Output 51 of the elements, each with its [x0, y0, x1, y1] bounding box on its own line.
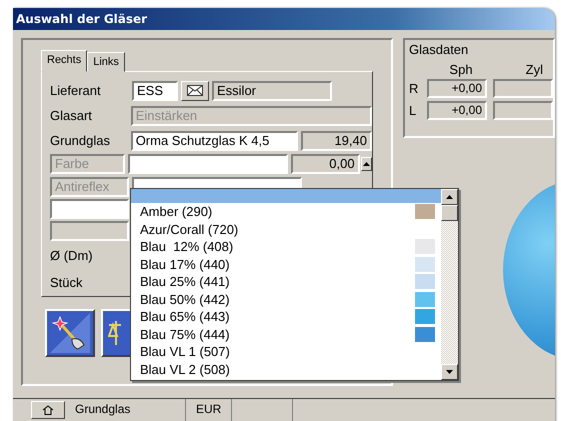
field-label: Lieferant	[50, 83, 102, 98]
home-button[interactable]	[31, 401, 65, 419]
list-item[interactable]: Blau 17% (440)	[140, 256, 230, 272]
list-item[interactable]: Blau 50% (442)	[140, 292, 230, 307]
input-field[interactable]	[50, 198, 129, 219]
envelope-icon	[187, 85, 203, 96]
sphere-value-field: +0,00	[427, 78, 487, 98]
field-label: Ø (Dm)	[50, 248, 94, 263]
status-text: EUR	[186, 399, 232, 421]
column-header: Sph	[448, 62, 474, 77]
row-label: L	[409, 102, 418, 118]
scrollbar[interactable]	[441, 189, 458, 380]
sphere-value-field: +0,00	[427, 100, 487, 120]
list-item[interactable]: Blau 75% (444)	[140, 326, 230, 342]
column-header: Zyl	[524, 62, 543, 77]
price-field: 0,00	[291, 154, 360, 174]
scroll-up-button[interactable]	[441, 189, 458, 205]
supplier-name-field: Essilor	[212, 80, 332, 101]
price-field: 19,40	[301, 130, 372, 151]
list-item[interactable]: Blau VL 2 (508)	[140, 362, 230, 377]
field-label: Grundglas	[50, 133, 111, 148]
spin-up-button[interactable]	[360, 157, 372, 172]
magic-wand-icon	[50, 313, 90, 353]
window-title: Auswahl der Gläser	[16, 12, 148, 26]
house-icon	[42, 405, 54, 415]
lookup-button[interactable]	[181, 80, 209, 101]
tab[interactable]: Rechts	[41, 50, 88, 72]
field-label: Farbe	[50, 154, 125, 174]
field-label: Stück	[50, 275, 84, 290]
tab[interactable]: Links	[87, 52, 125, 72]
list-item[interactable]: Amber (290)	[140, 204, 212, 220]
scale-icon	[108, 320, 122, 346]
down-arrow-icon	[446, 370, 453, 374]
field-label: Glasart	[50, 108, 93, 124]
up-arrow-icon	[362, 162, 370, 166]
list-item[interactable]: Blau VL 1 (507)	[140, 344, 230, 360]
scroll-down-button[interactable]	[441, 364, 458, 380]
up-arrow-icon	[446, 195, 453, 199]
list-item[interactable]: Azur/Corall (720)	[140, 222, 238, 237]
status-text: Grundglas	[65, 399, 186, 421]
list-item[interactable]: Blau 12% (408)	[140, 239, 234, 254]
code-field[interactable]: ESS	[132, 80, 178, 101]
wizard-button[interactable]	[45, 309, 95, 357]
list-item[interactable]: Blau 65% (443)	[140, 309, 230, 324]
input-field[interactable]	[128, 154, 288, 174]
input-field[interactable]: Orma Schutzglas K 4,5	[130, 130, 298, 151]
field-label: Antireflex	[50, 176, 129, 197]
group-title: Glasdaten	[409, 42, 470, 59]
list-item[interactable]: Blau 25% (441)	[140, 274, 230, 290]
row-label: R	[409, 80, 420, 96]
scroll-thumb[interactable]	[441, 205, 458, 221]
